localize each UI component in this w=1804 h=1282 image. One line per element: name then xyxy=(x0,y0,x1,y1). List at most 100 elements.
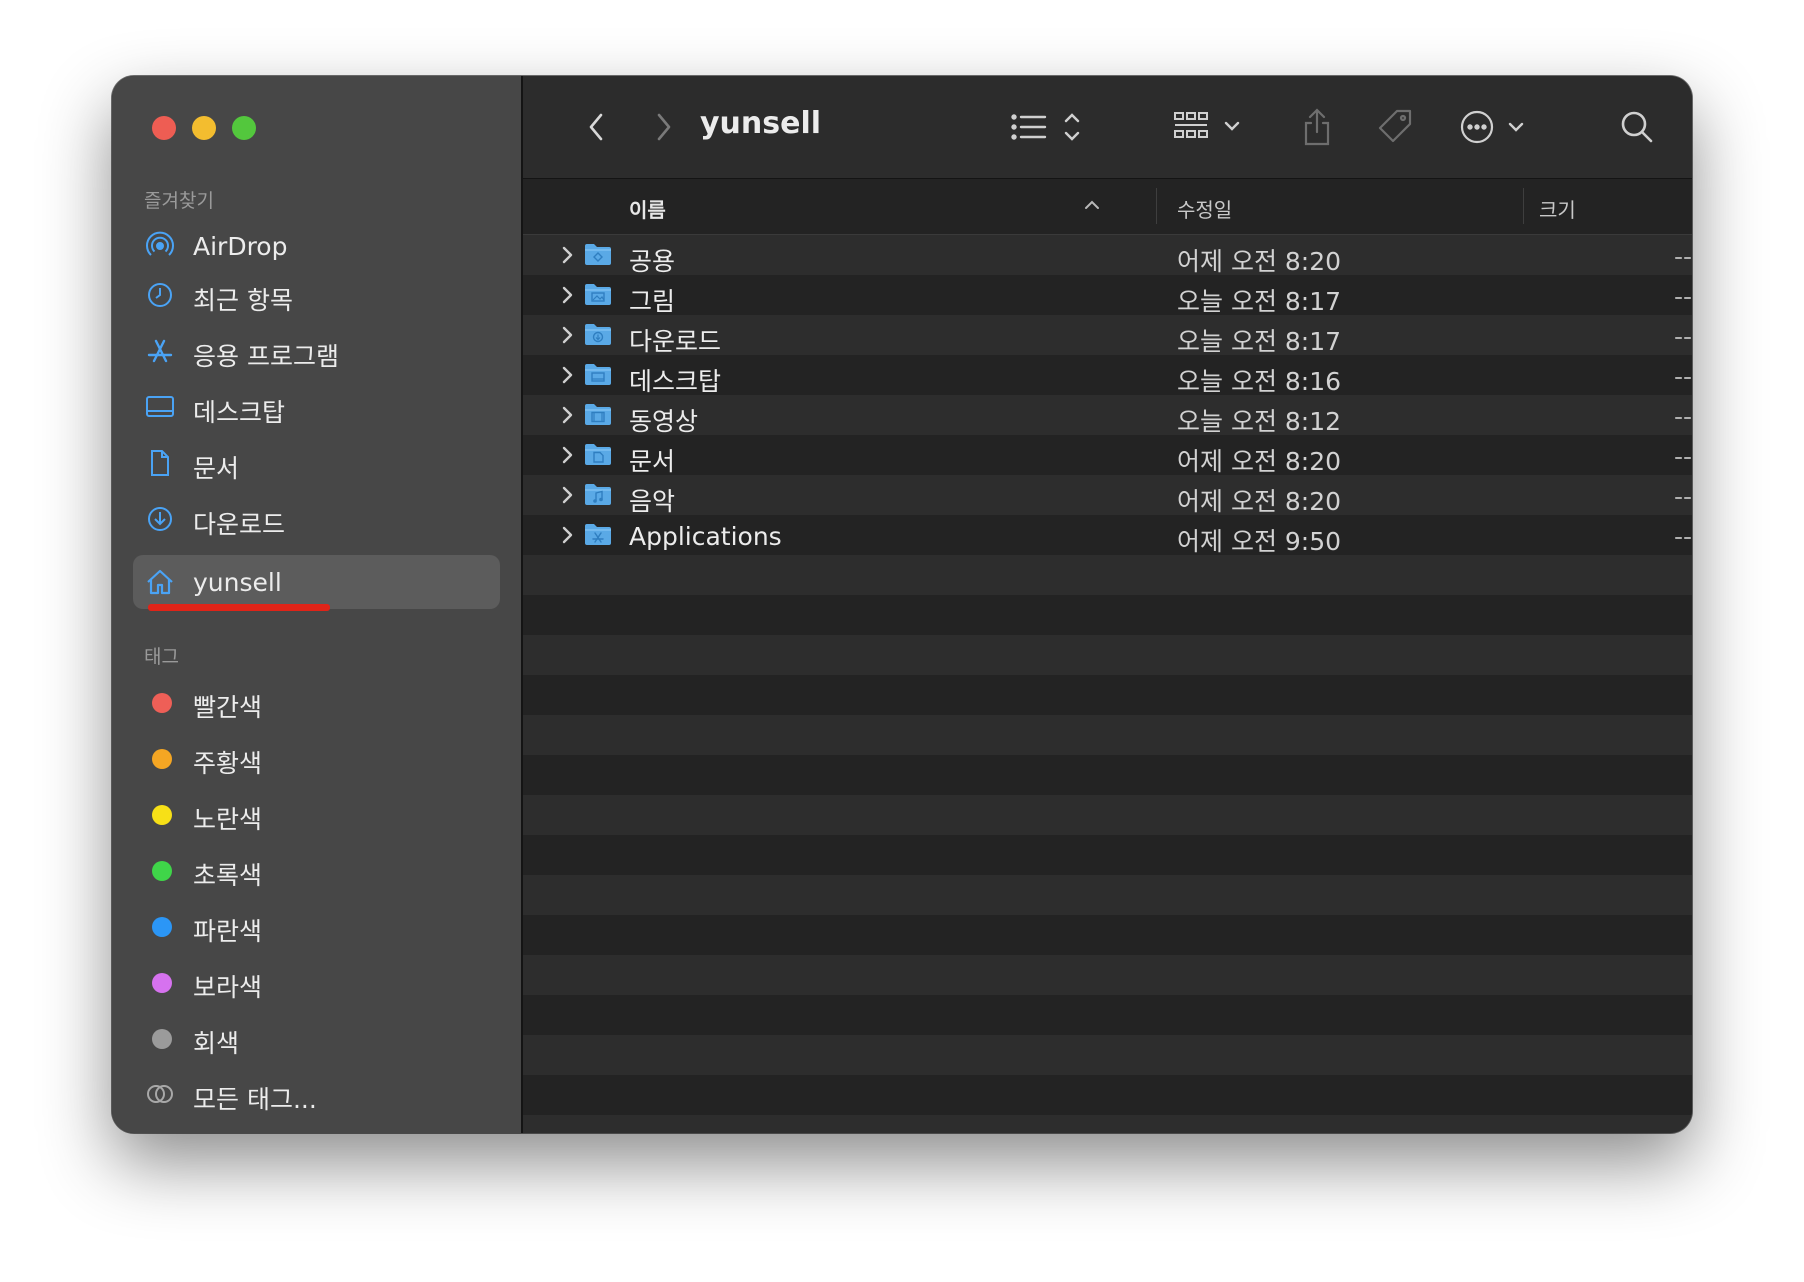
file-name: 음악 xyxy=(629,487,676,516)
sidebar-all-tags[interactable]: 모든 태그... xyxy=(133,1067,500,1121)
action-menu-button[interactable] xyxy=(1459,102,1535,152)
sidebar-item-label: 빨간색 xyxy=(193,693,263,722)
file-row[interactable]: 음악 어제 오전 8:20 -- xyxy=(523,475,1692,516)
sidebar-tag-yellow[interactable]: 노란색 xyxy=(133,787,500,841)
tags-header: 태그 xyxy=(144,646,179,668)
sidebar-tag-gray[interactable]: 회색 xyxy=(133,1011,500,1065)
sidebar-item-downloads[interactable]: 다운로드 xyxy=(133,492,500,546)
file-row[interactable]: 동영상 오늘 오전 8:12 -- xyxy=(523,395,1692,436)
file-modified: 오늘 오전 8:17 xyxy=(1177,327,1342,356)
airdrop-icon xyxy=(145,231,175,260)
file-row[interactable]: 데스크탑 오늘 오전 8:16 -- xyxy=(523,355,1692,396)
blue-tag-dot xyxy=(152,917,172,937)
view-mode-button[interactable] xyxy=(1010,102,1090,152)
file-name: 데스크탑 xyxy=(629,367,722,396)
search-button[interactable] xyxy=(1617,102,1657,152)
file-size: -- xyxy=(1673,442,1692,471)
disclosure-chevron-icon[interactable] xyxy=(560,485,574,505)
file-row[interactable]: 공용 어제 오전 8:20 -- xyxy=(523,235,1692,276)
sidebar-tag-blue[interactable]: 파란색 xyxy=(133,899,500,953)
sidebar-item-label: 노란색 xyxy=(193,805,263,834)
close-window-button[interactable] xyxy=(152,116,176,140)
forward-button[interactable] xyxy=(646,102,682,152)
minimize-window-button[interactable] xyxy=(192,116,216,140)
file-modified: 오늘 오전 8:12 xyxy=(1177,407,1342,436)
sidebar-tag-orange[interactable]: 주황색 xyxy=(133,731,500,785)
tag-button[interactable] xyxy=(1375,102,1415,152)
sidebar-item-label: 데스크탑 xyxy=(193,398,286,427)
sidebar-tag-purple[interactable]: 보라색 xyxy=(133,955,500,1009)
file-size: -- xyxy=(1673,322,1692,351)
column-divider[interactable] xyxy=(1523,188,1524,224)
all-tags-icon xyxy=(145,1080,175,1108)
gray-tag-dot xyxy=(152,1029,172,1049)
downloads-folder-icon xyxy=(585,324,611,345)
file-row[interactable]: 다운로드 오늘 오전 8:17 -- xyxy=(523,315,1692,356)
sidebar-item-home[interactable]: yunsell xyxy=(133,555,500,609)
chevron-right-icon xyxy=(657,113,671,141)
selection-underline xyxy=(148,604,330,611)
share-icon xyxy=(1304,108,1330,146)
disclosure-chevron-icon[interactable] xyxy=(560,245,574,265)
file-modified: 오늘 오전 8:16 xyxy=(1177,367,1342,396)
file-row[interactable]: Applications 어제 오전 9:50 -- xyxy=(523,515,1692,556)
file-modified: 어제 오전 8:20 xyxy=(1177,447,1342,476)
sidebar-item-airdrop[interactable]: AirDrop xyxy=(133,219,500,273)
sidebar-item-label: 회색 xyxy=(193,1029,240,1058)
sidebar-item-documents[interactable]: 문서 xyxy=(133,436,500,490)
empty-row xyxy=(523,1115,1692,1133)
column-header-modified[interactable]: 수정일 xyxy=(1177,194,1232,223)
column-header-name[interactable]: 이름 xyxy=(629,194,666,223)
file-modified: 어제 오전 9:50 xyxy=(1177,527,1342,556)
file-name: 그림 xyxy=(629,287,676,316)
empty-row xyxy=(523,595,1692,635)
chevron-left-icon xyxy=(589,113,603,141)
back-button[interactable] xyxy=(578,102,614,152)
sidebar-item-label: yunsell xyxy=(193,568,282,597)
music-folder-icon xyxy=(585,484,611,505)
file-name: 공용 xyxy=(629,247,676,276)
clock-icon xyxy=(145,281,175,309)
sidebar-item-recents[interactable]: 최근 항목 xyxy=(133,268,500,322)
desktop-icon xyxy=(145,393,175,421)
download-icon xyxy=(145,505,175,533)
file-size: -- xyxy=(1673,402,1692,431)
sidebar-item-applications[interactable]: 응용 프로그램 xyxy=(133,324,500,378)
sidebar-item-label: 보라색 xyxy=(193,973,263,1002)
disclosure-chevron-icon[interactable] xyxy=(560,405,574,425)
pictures-folder-icon xyxy=(585,284,611,305)
sort-ascending-icon[interactable] xyxy=(1084,199,1100,211)
disclosure-chevron-icon[interactable] xyxy=(560,445,574,465)
disclosure-chevron-icon[interactable] xyxy=(560,325,574,345)
sidebar-item-label: 모든 태그... xyxy=(193,1085,317,1114)
grid-group-icon xyxy=(1174,112,1240,138)
desktop-folder-icon xyxy=(585,364,611,385)
applications-folder-icon xyxy=(585,524,611,545)
sidebar-tag-red[interactable]: 빨간색 xyxy=(133,675,500,729)
empty-row xyxy=(523,915,1692,955)
disclosure-chevron-icon[interactable] xyxy=(560,525,574,545)
sidebar-item-desktop[interactable]: 데스크탑 xyxy=(133,380,500,434)
file-row[interactable]: 그림 오늘 오전 8:17 -- xyxy=(523,275,1692,316)
purple-tag-dot xyxy=(152,973,172,993)
column-header-bar: 이름 수정일 크기 xyxy=(523,179,1692,235)
file-size: -- xyxy=(1673,522,1692,551)
sidebar-item-label: 초록색 xyxy=(193,861,263,890)
file-row[interactable]: 문서 어제 오전 8:20 -- xyxy=(523,435,1692,476)
empty-row xyxy=(523,875,1692,915)
sidebar-item-label: 다운로드 xyxy=(193,510,286,539)
column-divider[interactable] xyxy=(1156,188,1157,224)
toolbar: yunsell xyxy=(523,76,1692,179)
disclosure-chevron-icon[interactable] xyxy=(560,285,574,305)
disclosure-chevron-icon[interactable] xyxy=(560,365,574,385)
share-button[interactable] xyxy=(1297,102,1337,152)
zoom-window-button[interactable] xyxy=(232,116,256,140)
sidebar-tag-green[interactable]: 초록색 xyxy=(133,843,500,897)
column-header-size[interactable]: 크기 xyxy=(1539,194,1576,223)
empty-row xyxy=(523,555,1692,595)
empty-row xyxy=(523,715,1692,755)
file-name: 문서 xyxy=(629,447,676,476)
group-button[interactable] xyxy=(1173,102,1247,152)
search-icon xyxy=(1621,111,1653,143)
empty-row xyxy=(523,835,1692,875)
